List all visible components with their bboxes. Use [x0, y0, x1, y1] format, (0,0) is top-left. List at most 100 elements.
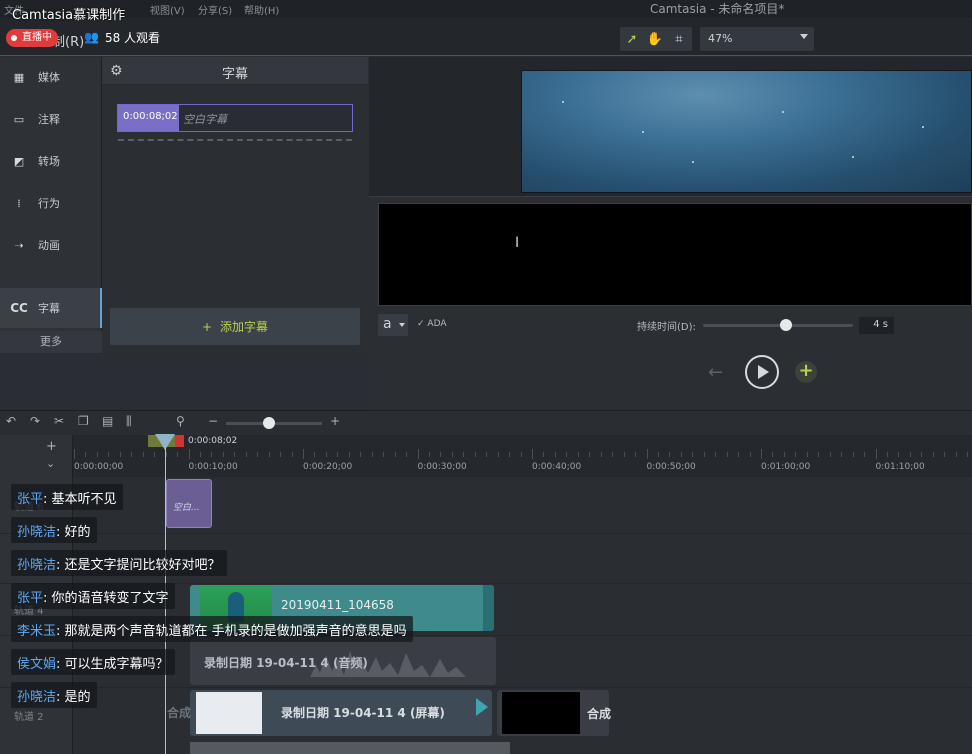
ruler-tick — [509, 452, 511, 457]
lower-track-clip[interactable] — [190, 742, 510, 754]
redo-icon[interactable]: ↷ — [30, 414, 40, 428]
ruler-tick — [268, 452, 270, 457]
duration-label: 持续时间(D): — [637, 322, 696, 333]
stream-title: Camtasia慕课制作 — [12, 8, 126, 23]
ruler-tick — [761, 449, 762, 459]
cc-icon: CC — [10, 301, 28, 315]
sidebar-item-transitions[interactable]: ◩ 转场 — [0, 141, 102, 181]
ruler-tick — [188, 449, 190, 459]
ruler-tick-label: 0:00:00;00 — [74, 462, 124, 472]
ruler-tick — [738, 452, 740, 457]
chat-message: 李米玉: 那就是两个声音轨道都在 手机录的是做加强声音的意思是吗 — [11, 616, 413, 642]
duration-slider[interactable] — [703, 324, 853, 327]
zoom-search-icon[interactable]: ⚲ — [176, 414, 185, 428]
pointer-tool-icon[interactable]: ➚ — [624, 31, 640, 47]
menu-view[interactable]: 视图(V) — [150, 2, 185, 17]
undo-icon[interactable]: ↶ — [6, 414, 16, 428]
sidebar-item-annotations[interactable]: ▭ 注释 — [0, 99, 102, 139]
sidebar-item-label: 转场 — [38, 155, 60, 168]
chat-message: 孙晓洁: 是的 — [11, 682, 97, 708]
ruler-tick — [875, 449, 877, 459]
split-icon[interactable]: ⫼ — [126, 414, 132, 429]
ruler-tick — [795, 452, 797, 457]
chat-username[interactable]: 孙晓洁 — [17, 690, 56, 705]
paste-icon[interactable]: ▤ — [102, 414, 113, 428]
chat-username[interactable]: 张平 — [17, 492, 43, 507]
add-caption-plus-button[interactable]: + — [795, 361, 817, 383]
chat-username[interactable]: 李米玉 — [17, 624, 56, 639]
ruler-tick — [818, 452, 820, 457]
chat-message: 侯文娟: 可以生成字幕吗？ — [11, 649, 175, 675]
caption-entry[interactable]: 0:00:08;02 空白字幕 — [117, 104, 353, 132]
cut-icon[interactable]: ✂ — [54, 414, 64, 428]
crop-icon[interactable]: ⌗ — [671, 31, 687, 47]
ruler-tick — [394, 452, 396, 457]
ruler-tick — [623, 452, 625, 457]
sidebar-more-button[interactable]: 更多 — [0, 331, 102, 353]
sidebar-item-label: 字幕 — [38, 302, 60, 315]
ruler-tick — [428, 452, 430, 457]
ruler-tick — [532, 449, 533, 459]
chat-username[interactable]: 孙晓洁 — [17, 525, 56, 540]
add-track-icon[interactable]: + — [46, 439, 57, 454]
chat-username[interactable]: 孙晓洁 — [17, 558, 56, 573]
behavior-icon: ⁞ — [17, 196, 21, 210]
ruler-tick-label: 0:01:00;00 — [761, 462, 811, 472]
track-label: 轨道 2 — [14, 712, 44, 723]
selection-out-point[interactable] — [175, 435, 184, 447]
font-properties-button[interactable]: a — [378, 314, 408, 336]
ruler-tick — [474, 452, 476, 457]
menu-help[interactable]: 帮助(H) — [244, 2, 279, 17]
text-cursor-icon: I — [515, 235, 520, 251]
font-glyph: a — [383, 316, 392, 332]
sidebar-item-captions[interactable]: CC 字幕 — [0, 288, 102, 328]
chat-text: : 还是文字提问比较好对吧？ — [56, 558, 221, 573]
duration-input[interactable]: 4 s — [859, 317, 894, 334]
zoom-in-icon[interactable]: + — [330, 414, 340, 428]
chat-text: : 那就是两个声音轨道都在 手机录的是做加强声音的意思是吗 — [56, 624, 407, 639]
caption-text-editor[interactable] — [378, 203, 972, 306]
group-clip-label-left: 合成 — [167, 706, 192, 720]
ruler-tick — [703, 452, 705, 457]
ruler-tick — [806, 452, 808, 457]
ruler-tick — [886, 452, 888, 457]
previous-caption-icon[interactable]: ← — [708, 362, 723, 383]
video-clip-handle[interactable] — [483, 585, 494, 631]
chat-username[interactable]: 张平 — [17, 591, 43, 606]
chevron-down-icon[interactable]: ⌄ — [46, 457, 55, 470]
ruler-tick — [383, 452, 385, 457]
ruler-tick — [74, 449, 75, 459]
ruler-tick — [280, 452, 282, 457]
ruler-tick — [520, 452, 522, 457]
chat-message: 孙晓洁: 好的 — [11, 517, 97, 543]
ruler-tick — [199, 452, 201, 457]
ruler-tick — [909, 452, 911, 457]
audio-clip-name: 录制日期 19-04-11 4 (音频) — [204, 656, 368, 670]
sidebar-item-label: 行为 — [38, 197, 60, 210]
sidebar-item-media[interactable]: ▦ 媒体 — [0, 57, 102, 97]
zoom-out-icon[interactable]: − — [208, 414, 218, 428]
ruler-tick-label: 0:00:10;00 — [188, 462, 238, 472]
pan-hand-icon[interactable]: ✋ — [647, 31, 663, 47]
canvas-preview[interactable] — [521, 70, 972, 193]
sidebar-item-animations[interactable]: ➝ 动画 — [0, 225, 102, 265]
ruler-tick — [852, 452, 854, 457]
zoom-select[interactable]: 47% — [700, 27, 814, 51]
menu-share[interactable]: 分享(S) — [198, 2, 232, 17]
ruler-tick — [177, 452, 179, 457]
chat-username[interactable]: 侯文娟 — [17, 657, 56, 672]
transition-marker-icon[interactable] — [476, 698, 488, 716]
sync-captions-button[interactable] — [745, 355, 779, 389]
copy-icon[interactable]: ❐ — [78, 414, 89, 428]
add-caption-button[interactable]: + 添加字幕 — [110, 308, 360, 345]
ruler-tick — [944, 452, 946, 457]
duration-slider-handle[interactable] — [779, 319, 792, 331]
chat-message: 孙晓洁: 还是文字提问比较好对吧？ — [11, 550, 227, 576]
screen-clip-thumbnail — [196, 692, 262, 734]
ruler-tick — [612, 452, 614, 457]
viewer-count: 👥 58 人观看 — [84, 28, 160, 46]
ada-check[interactable]: ✓ ADA — [417, 319, 447, 329]
sidebar-item-behaviors[interactable]: ⁞ 行为 — [0, 183, 102, 223]
caption-clip[interactable]: 空白... — [166, 479, 212, 528]
ruler-tick — [291, 452, 293, 457]
